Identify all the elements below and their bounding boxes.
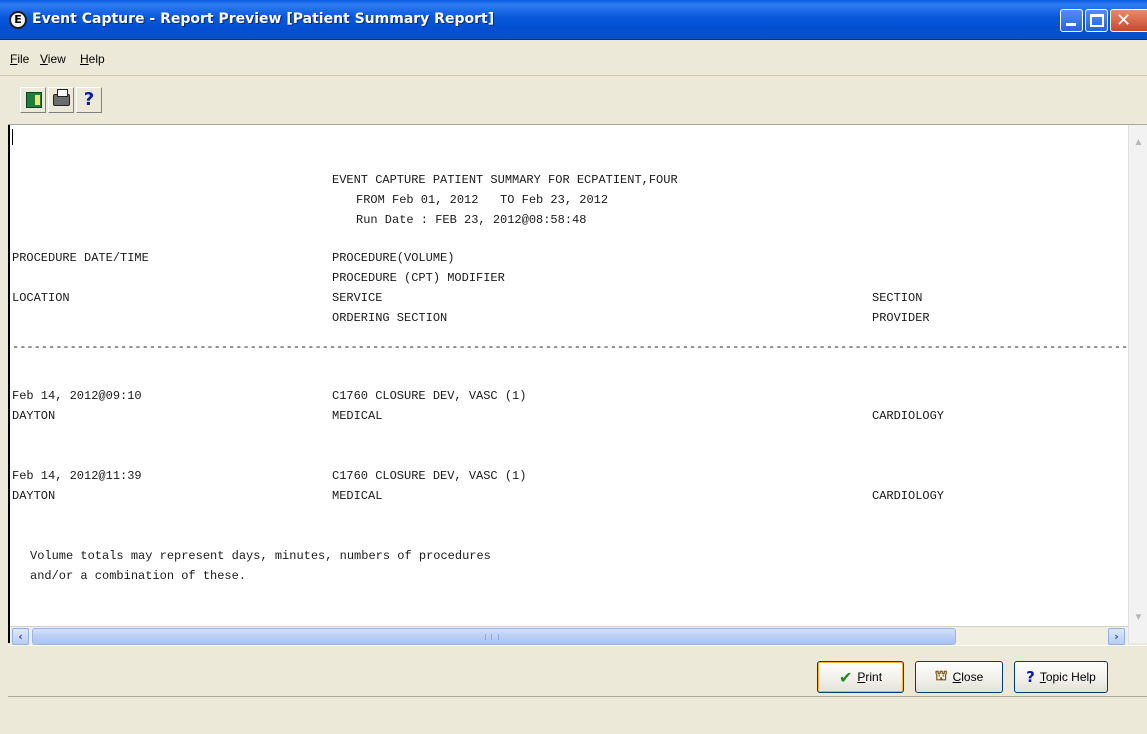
topic-help-button[interactable]: ? Topic Help [1014, 661, 1108, 693]
help-icon: ? [83, 89, 95, 110]
column-header-procedure-volume: PROCEDURE(VOLUME) [332, 251, 455, 265]
column-header-provider: PROVIDER [872, 311, 930, 325]
close-icon: ✕ [1116, 10, 1132, 31]
column-header-location: LOCATION [12, 291, 70, 305]
column-header-procedure-cpt-modifier: PROCEDURE (CPT) MODIFIER [332, 271, 505, 285]
scroll-grip-icon [485, 634, 499, 640]
printer-icon [53, 89, 70, 106]
window-left-edge [0, 76, 8, 734]
row-1-section: CARDIOLOGY [872, 409, 945, 423]
report-run-date: Run Date : FEB 23, 2012@08:58:48 [356, 213, 587, 227]
menu-view[interactable]: View [40, 52, 66, 66]
horizontal-scroll-thumb[interactable] [32, 628, 956, 645]
app-icon: E [9, 11, 27, 29]
column-header-service: SERVICE [332, 291, 383, 305]
minimize-icon [1066, 23, 1076, 26]
horizontal-scrollbar[interactable]: ‹ › [10, 626, 1128, 645]
maximize-icon [1090, 14, 1104, 27]
report-preview-pane[interactable]: EVENT CAPTURE PATIENT SUMMARY FOR ECPATI… [8, 125, 1147, 643]
scroll-down-icon[interactable]: ▼ [1131, 610, 1146, 625]
scroll-up-icon[interactable]: ▲ [1131, 135, 1146, 150]
print-button[interactable]: ✔ Print [817, 661, 904, 693]
menu-file-label: ile [17, 52, 30, 66]
title-bar[interactable]: E Event Capture - Report Preview [Patien… [0, 0, 1147, 40]
report-date-range: FROM Feb 01, 2012 TO Feb 23, 2012 [356, 193, 609, 207]
footnote-line-2: and/or a combination of these. [30, 569, 247, 583]
print-tool-button[interactable] [48, 87, 74, 113]
button-bar: ✔ Print ⛫ Close ? Topic Help [8, 645, 1147, 697]
footnote-line-1: Volume totals may represent days, minute… [30, 549, 491, 563]
row-2-datetime: Feb 14, 2012@11:39 [12, 469, 142, 483]
report-title: EVENT CAPTURE PATIENT SUMMARY FOR ECPATI… [332, 173, 678, 187]
row-1-location: DAYTON [12, 409, 56, 423]
text-caret [12, 129, 13, 145]
scroll-right-button[interactable]: › [1108, 628, 1125, 645]
topic-help-button-label: Topic Help [1040, 670, 1096, 684]
menu-help[interactable]: Help [80, 52, 105, 66]
menu-file[interactable]: File [10, 52, 29, 66]
close-label-rest: lose [961, 670, 984, 684]
column-header-section: SECTION [872, 291, 923, 305]
menu-view-mnemonic: V [40, 52, 48, 66]
header-separator: ----------------------------------------… [12, 340, 1130, 354]
close-mnemonic: C [952, 670, 962, 684]
row-2-location: DAYTON [12, 489, 56, 503]
minimize-button[interactable] [1060, 9, 1083, 32]
menu-bar: File View Help [0, 40, 1147, 76]
question-mark-icon: ? [1026, 668, 1035, 686]
exit-icon [26, 92, 42, 108]
help-tool-button[interactable]: ? [76, 87, 102, 113]
row-1-procedure: C1760 CLOSURE DEV, VASC (1) [332, 389, 527, 403]
print-button-label: Print [857, 670, 882, 684]
close-button[interactable]: ⛫ Close [915, 661, 1003, 693]
row-2-section: CARDIOLOGY [872, 489, 945, 503]
menu-help-mnemonic: H [80, 52, 89, 66]
vertical-scrollbar[interactable]: ▲ ▼ [1128, 125, 1147, 643]
door-exit-icon: ⛫ [934, 668, 948, 684]
row-2-service: MEDICAL [332, 489, 383, 503]
row-2-procedure: C1760 CLOSURE DEV, VASC (1) [332, 469, 527, 483]
scroll-left-button[interactable]: ‹ [12, 628, 29, 645]
exit-tool-button[interactable] [20, 87, 46, 113]
status-bar [8, 698, 1147, 734]
column-header-procedure-datetime: PROCEDURE DATE/TIME [12, 251, 149, 265]
row-1-datetime: Feb 14, 2012@09:10 [12, 389, 142, 403]
topic-help-label-rest: opic Help [1045, 670, 1096, 684]
toolbar: ? [0, 77, 1147, 125]
column-header-ordering-section: ORDERING SECTION [332, 311, 448, 325]
window-title: Event Capture - Report Preview [Patient … [32, 11, 495, 27]
close-window-button[interactable]: ✕ [1110, 9, 1147, 32]
checkmark-icon: ✔ [838, 667, 853, 687]
maximize-button[interactable] [1085, 9, 1108, 32]
chevron-right-icon: › [1114, 630, 1119, 643]
menu-view-label: iew [47, 52, 66, 66]
row-1-service: MEDICAL [332, 409, 383, 423]
close-button-label: Close [953, 670, 984, 684]
menu-help-label: elp [88, 52, 105, 66]
chevron-left-icon: ‹ [18, 630, 23, 643]
print-label-rest: rint [865, 670, 883, 684]
